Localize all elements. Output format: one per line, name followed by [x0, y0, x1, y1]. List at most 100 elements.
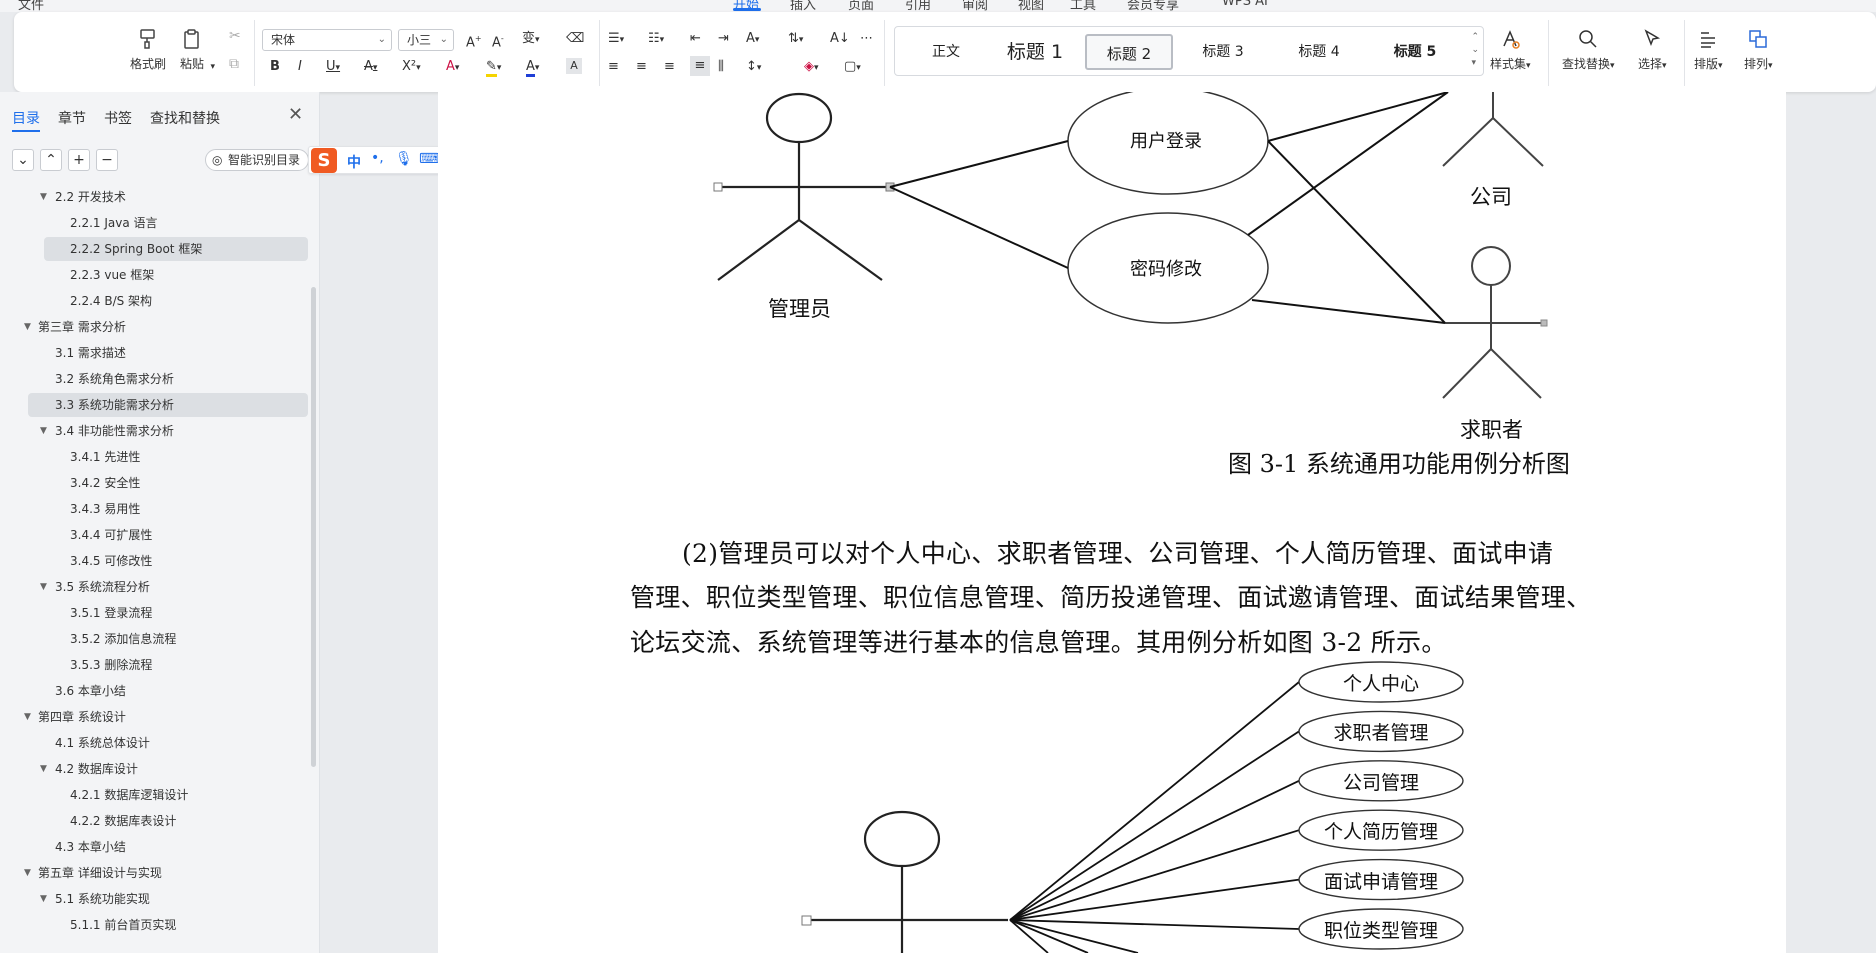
find-replace-button[interactable]: 查找替换▾ — [1562, 26, 1615, 72]
font-color-icon[interactable]: A▾ — [526, 58, 539, 77]
highlight-icon[interactable]: ✎▾ — [486, 58, 501, 77]
toc-item[interactable]: 3.5.3 删除流程 — [0, 653, 308, 677]
toc-item[interactable]: 3.5.2 添加信息流程 — [0, 627, 308, 651]
menu-view[interactable]: 视图 — [1018, 0, 1044, 12]
toc-item[interactable]: ▼ 4.2 数据库设计 — [0, 757, 308, 781]
scissors-icon[interactable]: ✂ — [229, 28, 241, 44]
copy-icon[interactable]: ⧉ — [229, 56, 239, 72]
keyboard-icon[interactable]: ⌨ — [419, 151, 439, 167]
border-icon[interactable]: ▢▾ — [844, 58, 861, 77]
bold-icon[interactable]: B — [270, 58, 280, 76]
expand-triangle-icon[interactable]: ▼ — [40, 887, 47, 911]
toc-item[interactable]: ▼ 第四章 系统设计 — [0, 705, 308, 729]
toc-item[interactable]: 4.2.2 数据库表设计 — [0, 809, 308, 833]
italic-icon[interactable]: I — [298, 58, 302, 76]
toc-item[interactable]: 2.2.2 Spring Boot 框架 — [44, 237, 308, 261]
numbered-list-icon[interactable]: ☷▾ — [648, 30, 664, 49]
style-normal[interactable]: 正文 — [903, 34, 989, 70]
style-heading-3[interactable]: 标题 3 — [1177, 34, 1269, 70]
toc-item[interactable]: 2.2.4 B/S 架构 — [0, 289, 308, 313]
toc-item[interactable]: 3.4.1 先进性 — [0, 445, 308, 469]
toc-item[interactable]: 4.1 系统总体设计 — [0, 731, 308, 755]
decrease-indent-icon[interactable]: ⇤ — [690, 30, 701, 48]
sort-az-icon[interactable]: A↓ — [830, 30, 850, 48]
menu-wps-ai[interactable]: WPS AI — [1222, 0, 1268, 9]
select-button[interactable]: 选择▾ — [1638, 26, 1667, 72]
shrink-font-icon[interactable]: A- — [492, 30, 504, 52]
expand-triangle-icon[interactable]: ▼ — [24, 705, 31, 729]
menu-insert[interactable]: 插入 — [790, 0, 816, 12]
toc-item[interactable]: 3.3 系统功能需求分析 — [28, 393, 308, 417]
paste-button[interactable]: 粘贴 ▾ — [179, 26, 215, 72]
line-spacing-icon[interactable]: ↕▾ — [746, 58, 761, 77]
close-icon[interactable]: ✕ — [288, 104, 303, 125]
style-set-button[interactable]: 样式集▾ — [1490, 26, 1531, 72]
add-heading-button[interactable]: + — [68, 149, 90, 171]
collapse-all-button[interactable]: ⌄ — [12, 149, 34, 171]
align-right-icon[interactable]: ≡ — [664, 58, 675, 76]
microphone-icon[interactable]: 🎙 — [395, 151, 413, 167]
sort-icon[interactable]: ⇅▾ — [788, 30, 803, 49]
menu-reference[interactable]: 引用 — [905, 0, 931, 12]
tab-bookmarks[interactable]: 书签 — [104, 108, 132, 128]
phonetic-icon[interactable]: 变▾ — [522, 30, 540, 49]
toc-item[interactable]: 3.4.4 可扩展性 — [0, 523, 308, 547]
menu-tools[interactable]: 工具 — [1070, 0, 1096, 12]
style-heading-4[interactable]: 标题 4 — [1273, 34, 1365, 70]
expand-triangle-icon[interactable]: ▼ — [24, 861, 31, 885]
toc-item[interactable]: ▼ 3.4 非功能性需求分析 — [0, 419, 308, 443]
sogou-logo-icon[interactable]: S — [311, 148, 337, 173]
toc-item[interactable]: ▼ 2.2 开发技术 — [0, 185, 308, 209]
format-painter-button[interactable]: 格式刷 — [130, 26, 166, 72]
toc-item[interactable]: ▼ 3.5 系统流程分析 — [0, 575, 308, 599]
increase-indent-icon[interactable]: ⇥ — [718, 30, 729, 48]
toc-item[interactable]: 2.2.3 vue 框架 — [0, 263, 308, 287]
expand-triangle-icon[interactable]: ▼ — [40, 575, 47, 599]
toc-item[interactable]: 4.3 本章小结 — [0, 835, 308, 859]
gallery-scroll-icon[interactable]: ⌃ ⌄ ▾ — [1471, 31, 1479, 70]
tab-toc[interactable]: 目录 — [12, 108, 40, 128]
tab-chapters[interactable]: 章节 — [58, 108, 86, 128]
grow-font-icon[interactable]: A+ — [466, 30, 482, 52]
superscript-icon[interactable]: X²▾ — [402, 58, 421, 77]
nav-scrollbar[interactable] — [311, 287, 316, 767]
toc-item[interactable]: 3.5.1 登录流程 — [0, 601, 308, 625]
distribute-icon[interactable]: ⫼ — [718, 58, 724, 76]
style-heading-5[interactable]: 标题 5 — [1369, 34, 1461, 70]
menu-review[interactable]: 审阅 — [962, 0, 988, 12]
arrange-button[interactable]: 排列▾ — [1744, 26, 1773, 72]
char-shading-icon[interactable]: A — [566, 58, 582, 74]
toc-item[interactable]: ▼ 第三章 需求分析 — [0, 315, 308, 339]
toc-item[interactable]: 3.2 系统角色需求分析 — [0, 367, 308, 391]
text-effect-icon[interactable]: A▾ — [446, 58, 459, 77]
clear-format-icon[interactable]: ⌫ — [566, 30, 584, 48]
bullet-list-icon[interactable]: ☰▾ — [608, 30, 624, 49]
toc-item[interactable]: ▼ 5.1 系统功能实现 — [0, 887, 308, 911]
menu-file[interactable]: 文件 — [18, 0, 44, 12]
toc-item[interactable]: 5.1.1 前台首页实现 — [0, 913, 308, 937]
toc-item[interactable]: 3.4.3 易用性 — [0, 497, 308, 521]
remove-heading-button[interactable]: − — [96, 149, 118, 171]
strikethrough-icon[interactable]: A▾ — [364, 58, 377, 77]
text-direction-icon[interactable]: A▾ — [746, 30, 759, 49]
justify-icon[interactable]: ≡ — [690, 56, 710, 76]
expand-triangle-icon[interactable]: ▼ — [40, 419, 47, 443]
toc-item[interactable]: 3.4.5 可修改性 — [0, 549, 308, 573]
style-heading-2[interactable]: 标题 2 — [1085, 34, 1173, 70]
toc-item[interactable]: 4.2.1 数据库逻辑设计 — [0, 783, 308, 807]
shading-icon[interactable]: ◈▾ — [804, 58, 819, 77]
font-name-select[interactable]: 宋体 ⌄ — [262, 29, 392, 51]
tab-find-replace[interactable]: 查找和替换 — [150, 108, 220, 128]
expand-triangle-icon[interactable]: ▼ — [24, 315, 31, 339]
menu-page[interactable]: 页面 — [848, 0, 874, 12]
chinese-mode-icon[interactable]: 中 — [347, 152, 361, 172]
toc-item[interactable]: 3.1 需求描述 — [0, 341, 308, 365]
menu-member[interactable]: 会员专享 — [1127, 0, 1179, 12]
punctuation-icon[interactable]: •, — [371, 150, 384, 166]
move-up-button[interactable]: ⌃ — [40, 149, 62, 171]
toc-item[interactable]: ▼ 第五章 详细设计与实现 — [0, 861, 308, 885]
underline-icon[interactable]: U▾ — [326, 58, 340, 77]
toc-item[interactable]: 2.2.1 Java 语言 — [0, 211, 308, 235]
toc-item[interactable]: 3.6 本章小结 — [0, 679, 308, 703]
align-left-icon[interactable]: ≡ — [608, 58, 619, 76]
